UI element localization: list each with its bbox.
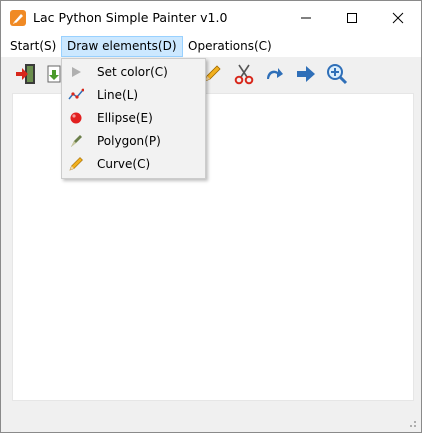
scissors-button[interactable]	[231, 61, 257, 87]
menu-draw-elements[interactable]: Draw elements(D)	[61, 36, 183, 57]
redo-icon	[267, 68, 283, 79]
menu-item-curve[interactable]: Curve(C)	[64, 153, 203, 175]
play-triangle-icon	[68, 64, 84, 80]
app-window: Lac Python Simple Painter v1.0 Start(S) …	[0, 0, 422, 433]
close-button[interactable]	[375, 1, 421, 35]
menu-bar: Start(S) Draw elements(D) Operations(C)	[1, 35, 421, 57]
forward-arrow-icon	[297, 66, 315, 82]
menu-item-polygon[interactable]: Polygon(P)	[64, 130, 203, 152]
menu-item-set-color[interactable]: Set color(C)	[64, 61, 203, 83]
exit-icon	[16, 64, 35, 84]
pen-nib-icon	[68, 133, 84, 149]
menu-item-label: Curve(C)	[97, 157, 151, 171]
zoom-icon	[327, 64, 348, 85]
close-icon	[392, 12, 404, 24]
menu-operations[interactable]: Operations(C)	[183, 37, 277, 56]
minimize-button[interactable]	[283, 1, 329, 35]
menu-item-ellipse[interactable]: Ellipse(E)	[64, 107, 203, 129]
menu-item-line[interactable]: Line(L)	[64, 84, 203, 106]
draw-elements-dropdown: Set color(C) Line(L) Ellipse(E) Polygon(…	[61, 58, 206, 179]
maximize-button[interactable]	[329, 1, 375, 35]
scissors-icon	[234, 64, 254, 85]
window-title: Lac Python Simple Painter v1.0	[33, 10, 228, 25]
maximize-icon	[347, 13, 357, 23]
menu-start[interactable]: Start(S)	[5, 37, 61, 56]
app-logo-icon	[10, 10, 26, 26]
line-chart-icon	[68, 87, 84, 103]
pencil-icon	[68, 156, 84, 172]
redo-button[interactable]	[261, 61, 287, 87]
zoom-button[interactable]	[324, 61, 350, 87]
menu-item-label: Set color(C)	[97, 65, 168, 79]
minimize-icon	[301, 17, 311, 19]
menu-item-label: Polygon(P)	[97, 134, 161, 148]
exit-button[interactable]	[13, 61, 39, 87]
menu-item-label: Line(L)	[97, 88, 139, 102]
red-circle-icon	[68, 110, 84, 126]
title-bar[interactable]: Lac Python Simple Painter v1.0	[1, 1, 421, 35]
resize-grip-icon[interactable]	[407, 418, 417, 428]
forward-button[interactable]	[293, 61, 319, 87]
menu-item-label: Ellipse(E)	[97, 111, 153, 125]
